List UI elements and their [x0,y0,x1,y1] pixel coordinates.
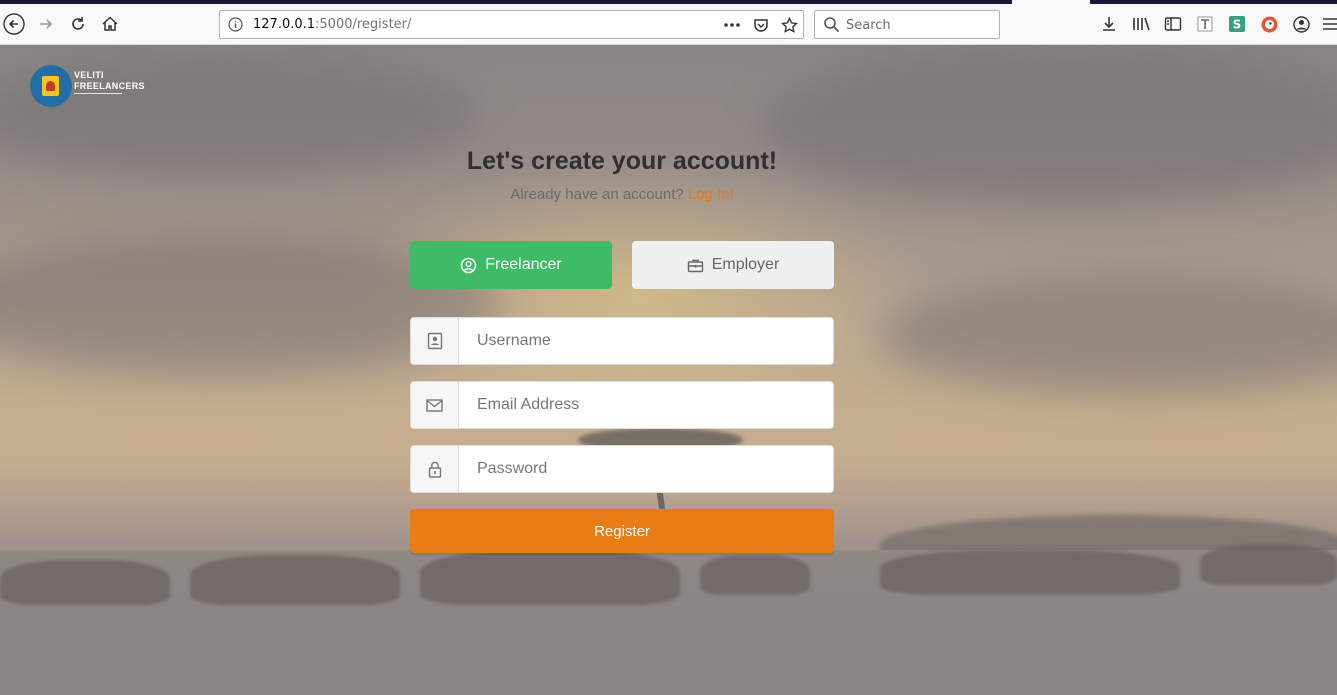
username-input[interactable] [459,318,831,364]
back-button[interactable] [0,10,28,38]
username-field [410,317,834,365]
sidebar-button[interactable] [1159,10,1187,38]
login-prompt-text: Already have an account? [510,186,684,203]
account-button[interactable] [1287,10,1315,38]
logo-badge-icon [30,65,72,107]
email-field [410,381,834,429]
background-cloud [760,45,1337,205]
password-input[interactable] [459,446,831,492]
background-cloud [880,275,1337,395]
more-icon[interactable] [722,15,742,35]
info-icon[interactable] [228,17,243,36]
extension-s-button[interactable]: S [1223,10,1251,38]
reader-button[interactable] [1191,10,1219,38]
username-addon [411,318,459,364]
library-icon [1133,17,1150,31]
forward-icon [40,19,53,29]
background-herd [880,550,1180,595]
background-herd [1200,545,1337,585]
employer-role-label: Employer [711,256,780,273]
pocket-icon[interactable] [751,15,771,35]
search-bar[interactable]: Search [814,10,1000,39]
reload-icon [72,17,84,30]
register-page: VELITI FREELANCERS Let's create your acc… [0,45,1337,695]
url-text[interactable]: 127.0.0.1:5000/register/ [253,17,411,32]
download-button[interactable] [1095,10,1123,38]
download-icon [1103,17,1115,31]
url-path: :5000/register/ [315,17,412,32]
password-addon [411,446,459,492]
freelancer-role-button[interactable]: Freelancer [410,241,612,289]
password-field [410,445,834,493]
lock-icon [428,461,441,478]
search-placeholder: Search [846,18,891,33]
page-title: Let's create your account! [466,147,778,175]
duckduckgo-icon [1261,16,1277,32]
home-icon [102,16,118,31]
site-logo[interactable]: VELITI FREELANCERS [30,65,155,109]
menu-icon [1323,18,1337,30]
logo-line1: VELITI [74,70,104,80]
email-input[interactable] [459,382,831,428]
reload-button[interactable] [64,10,92,38]
sidebar-icon [1164,17,1182,31]
envelope-icon [426,398,443,412]
email-addon [411,382,459,428]
freelancer-role-label: Freelancer [485,256,562,273]
login-prompt: Already have an account? Log In! [0,186,1244,203]
logo-line2: FREELANCERS [74,81,145,91]
bookmark-star-icon[interactable] [779,15,799,35]
svg-text:S: S [1233,18,1242,32]
extension-s-icon: S [1229,16,1245,32]
employer-role-button[interactable]: Employer [632,241,834,289]
background-herd [700,555,810,595]
user-circle-icon [461,257,477,273]
login-link[interactable]: Log In! [688,186,734,203]
browser-toolbar: 127.0.0.1:5000/register/ Search S [0,4,1337,45]
home-button[interactable] [96,10,124,38]
address-bar[interactable]: 127.0.0.1:5000/register/ [219,10,804,39]
account-icon [1292,15,1310,33]
library-button[interactable] [1127,10,1155,38]
search-icon [823,16,840,37]
menu-button[interactable] [1316,10,1337,38]
register-button[interactable]: Register [410,509,834,553]
background-herd [0,560,170,605]
reader-icon [1197,16,1213,32]
briefcase-icon [687,259,703,272]
url-host: 127.0.0.1 [253,17,316,32]
logo-underline [74,93,122,94]
forward-button[interactable] [32,10,60,38]
background-herd [420,550,680,605]
duckduckgo-button[interactable] [1255,10,1283,38]
back-icon [3,13,25,35]
id-card-icon [427,332,442,350]
background-herd [190,555,400,605]
